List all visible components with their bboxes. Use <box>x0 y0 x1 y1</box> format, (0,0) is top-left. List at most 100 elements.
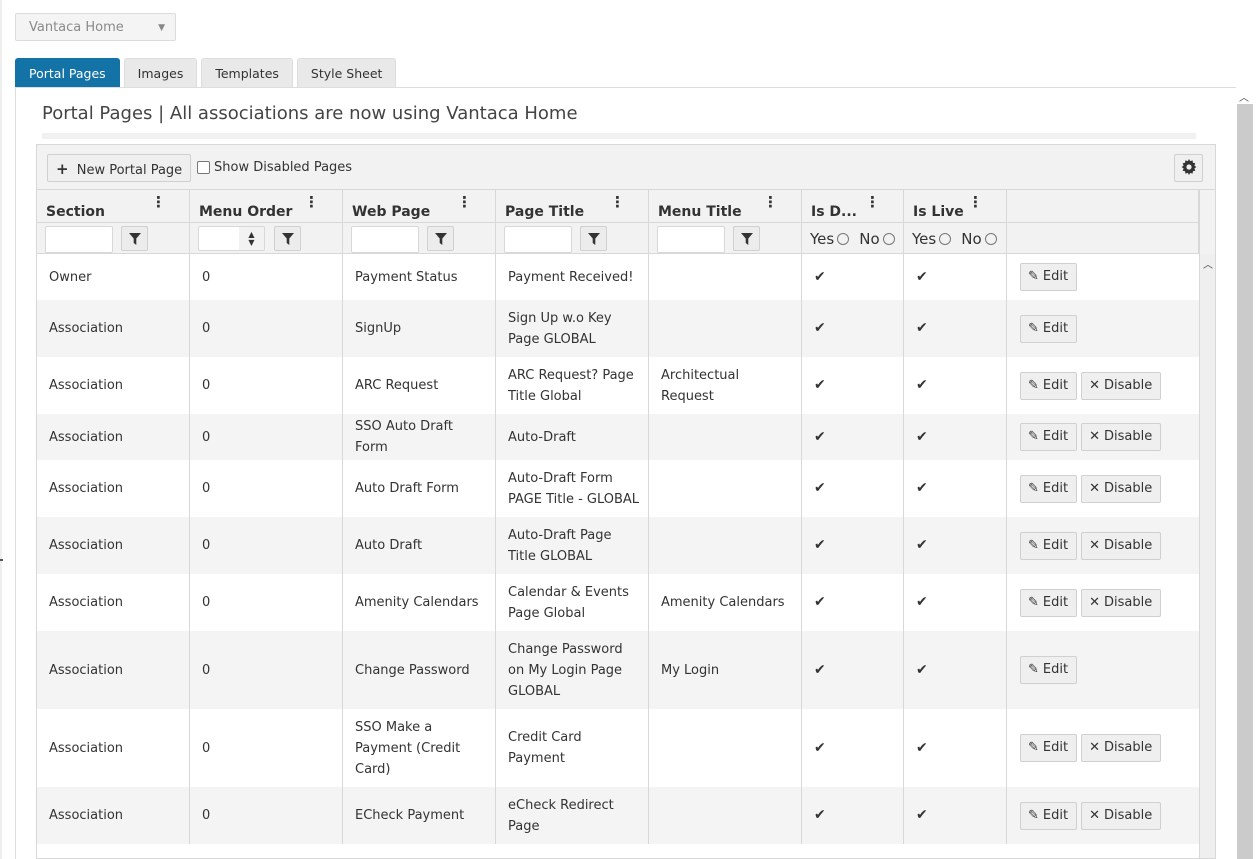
cell-text: SSO Auto Draft Form <box>355 419 453 455</box>
cell-page-title: Auto-Draft Page Title GLOBAL <box>496 517 649 574</box>
disable-button[interactable]: ✕ Disable <box>1081 588 1162 617</box>
edit-button[interactable]: ✎ Edit <box>1020 371 1078 400</box>
cell-text: ARC Request? Page Title Global <box>508 367 634 404</box>
tab-style-sheet[interactable]: Style Sheet <box>296 58 397 87</box>
no-radio[interactable] <box>882 233 895 245</box>
pencil-icon: ✎ <box>1028 594 1039 610</box>
check-icon: ✔ <box>814 537 826 553</box>
grid-body: Owner 0 Payment Status Payment Received! ✔ ✔ … <box>37 254 1199 844</box>
filter-button[interactable] <box>274 226 301 251</box>
table-row[interactable]: Association 0 Change Password Change Passwo… <box>37 631 1199 709</box>
filter-number-input[interactable]: ▲ ▼ <box>198 226 265 251</box>
disable-button[interactable]: ✕ Disable <box>1081 423 1162 451</box>
filter-button[interactable] <box>733 226 760 251</box>
cell-text: Calendar & Events Page Global <box>508 584 629 621</box>
cell-section: Association <box>37 300 190 357</box>
cell-text: Amenity Calendars <box>661 595 785 610</box>
column-header-web-page[interactable]: Web Page ⋮ <box>343 190 496 223</box>
table-row[interactable]: Association 0 Amenity Calendars Calendar & … <box>37 574 1199 631</box>
column-header-section[interactable]: Section ⋮ <box>37 190 190 223</box>
filter-button[interactable] <box>121 226 148 251</box>
disable-button[interactable]: ✕ Disable <box>1081 474 1162 503</box>
column-title: Menu Title <box>658 204 742 220</box>
check-icon: ✔ <box>916 661 928 678</box>
column-menu-icon[interactable]: ⋮ <box>610 195 625 210</box>
edit-button[interactable]: ✎ Edit <box>1020 263 1078 291</box>
cell-page-title: Auto-Draft <box>496 414 649 460</box>
edit-button[interactable]: ✎ Edit <box>1020 734 1078 762</box>
grid-scrollbar[interactable]: ︿ <box>1199 254 1215 858</box>
disable-button[interactable]: ✕ Disable <box>1081 734 1162 762</box>
filter-input[interactable] <box>504 226 572 253</box>
site-select[interactable]: Vantaca Home ▼ <box>15 13 176 41</box>
cell-text: SSO Make a Payment (Credit Card) <box>355 719 461 777</box>
column-menu-icon[interactable]: ⋮ <box>304 195 319 210</box>
table-row[interactable]: Association 0 SignUp Sign Up w.o Key Page G… <box>37 300 1199 357</box>
column-menu-icon[interactable]: ⋮ <box>151 195 166 210</box>
table-row[interactable]: Association 0 SSO Make a Payment (Credit C… <box>37 709 1199 787</box>
filter-cell-page-title <box>496 223 649 254</box>
cell-menu-title: Amenity Calendars <box>649 574 802 631</box>
plus-icon: + <box>56 160 69 178</box>
column-header-is-default[interactable]: Is D... ⋮ <box>802 190 904 223</box>
tab-templates[interactable]: Templates <box>201 58 293 87</box>
filter-input[interactable] <box>45 226 113 253</box>
new-portal-page-button[interactable]: + New Portal Page <box>47 154 192 182</box>
page-scrollbar[interactable]: ︿ <box>1236 87 1254 859</box>
disable-label: Disable <box>1104 429 1153 444</box>
yes-radio[interactable] <box>837 233 850 245</box>
spinner-icon[interactable]: ▲ ▼ <box>239 227 264 250</box>
edit-button[interactable]: ✎ Edit <box>1020 423 1078 451</box>
tab-images[interactable]: Images <box>123 58 198 87</box>
disable-button[interactable]: ✕ Disable <box>1081 371 1162 400</box>
edit-button[interactable]: ✎ Edit <box>1020 656 1078 684</box>
table-row[interactable]: Association 0 ECheck Payment eCheck Redirec… <box>37 787 1199 844</box>
cell-is-live: ✔ <box>904 517 1007 574</box>
column-header-menu-order[interactable]: Menu Order ⋮ <box>190 190 343 223</box>
filter-button[interactable] <box>580 226 607 251</box>
close-icon: ✕ <box>1089 377 1100 393</box>
table-row[interactable]: Association 0 Auto Draft Auto-Draft Page Ti… <box>37 517 1199 574</box>
resize-handle[interactable] <box>0 559 3 561</box>
tab-portal-pages[interactable]: Portal Pages <box>15 58 120 87</box>
filter-button[interactable] <box>427 226 454 251</box>
check-icon: ✔ <box>814 377 826 393</box>
disable-button[interactable]: ✕ Disable <box>1081 801 1162 830</box>
cell-text: Auto-Draft Page Title GLOBAL <box>508 527 612 564</box>
scroll-up-icon[interactable]: ︿ <box>1203 256 1213 271</box>
filter-input[interactable] <box>657 226 725 253</box>
scroll-up-icon[interactable]: ︿ <box>1239 89 1249 104</box>
column-menu-icon[interactable]: ⋮ <box>968 195 983 210</box>
column-menu-icon[interactable]: ⋮ <box>763 195 778 210</box>
column-header-menu-title[interactable]: Menu Title ⋮ <box>649 190 802 223</box>
no-radio[interactable] <box>984 233 997 245</box>
disable-label: Disable <box>1104 377 1153 393</box>
edit-button[interactable]: ✎ Edit <box>1020 314 1078 343</box>
edit-button[interactable]: ✎ Edit <box>1020 474 1078 503</box>
column-menu-icon[interactable]: ⋮ <box>457 195 472 210</box>
edit-button[interactable]: ✎ Edit <box>1020 531 1078 560</box>
cell-is-live: ✔ <box>904 787 1007 844</box>
column-header-page-title[interactable]: Page Title ⋮ <box>496 190 649 223</box>
table-row[interactable]: Association 0 ARC Request ARC Request? Page… <box>37 357 1199 414</box>
cell-is-default: ✔ <box>802 460 904 517</box>
disable-button[interactable]: ✕ Disable <box>1081 531 1162 560</box>
cell-text: Change Password <box>355 662 470 678</box>
cell-section: Association <box>37 631 190 709</box>
edit-button[interactable]: ✎ Edit <box>1020 588 1078 617</box>
table-row[interactable]: Association 0 Auto Draft Form Auto-Draft Fo… <box>37 460 1199 517</box>
filter-input[interactable] <box>351 226 419 253</box>
table-row[interactable]: Association 0 SSO Auto Draft Form Auto-Draf… <box>37 414 1199 460</box>
grid-settings-button[interactable] <box>1174 154 1203 182</box>
column-menu-icon[interactable]: ⋮ <box>865 195 880 210</box>
check-icon: ✔ <box>814 428 826 445</box>
cell-page-title: eCheck Redirect Page <box>496 787 649 844</box>
column-header-is-live[interactable]: Is Live ⋮ <box>904 190 1007 223</box>
table-row[interactable]: Owner 0 Payment Status Payment Received! ✔ ✔ … <box>37 254 1199 300</box>
edit-button[interactable]: ✎ Edit <box>1020 801 1078 830</box>
cell-text: 0 <box>202 538 211 553</box>
scrollbar-thumb[interactable] <box>1237 104 1253 859</box>
yes-radio[interactable] <box>939 233 952 245</box>
show-disabled-toggle[interactable]: Show Disabled Pages <box>197 160 352 175</box>
show-disabled-checkbox[interactable] <box>197 161 210 174</box>
